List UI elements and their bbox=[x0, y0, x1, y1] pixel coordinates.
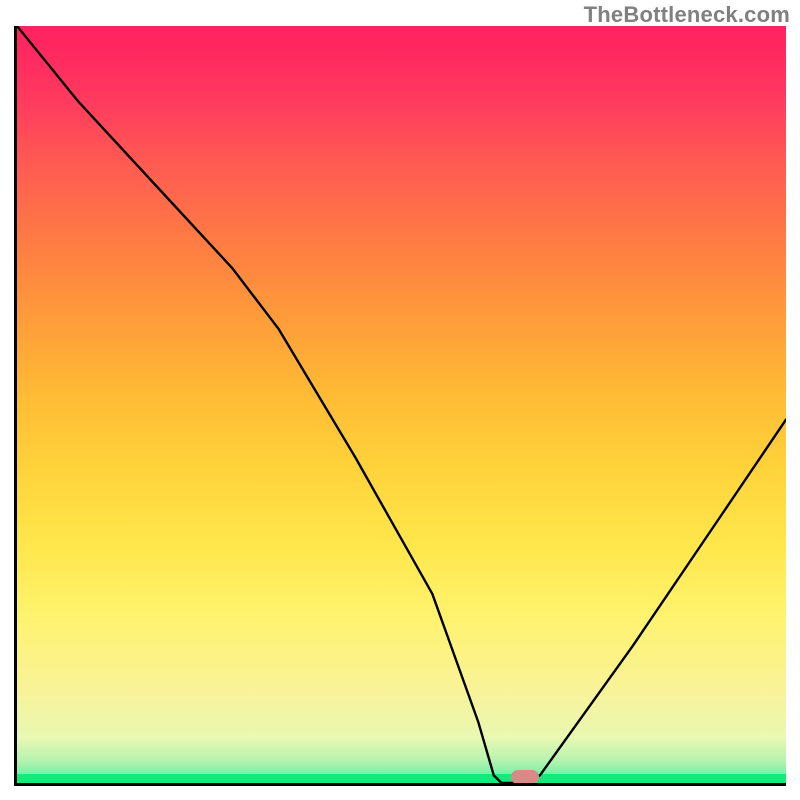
marker-pill bbox=[511, 770, 539, 784]
plot-area bbox=[14, 26, 786, 786]
chart-stage: TheBottleneck.com bbox=[0, 0, 800, 800]
chart-curve bbox=[17, 26, 786, 783]
watermark-text: TheBottleneck.com bbox=[584, 2, 790, 28]
